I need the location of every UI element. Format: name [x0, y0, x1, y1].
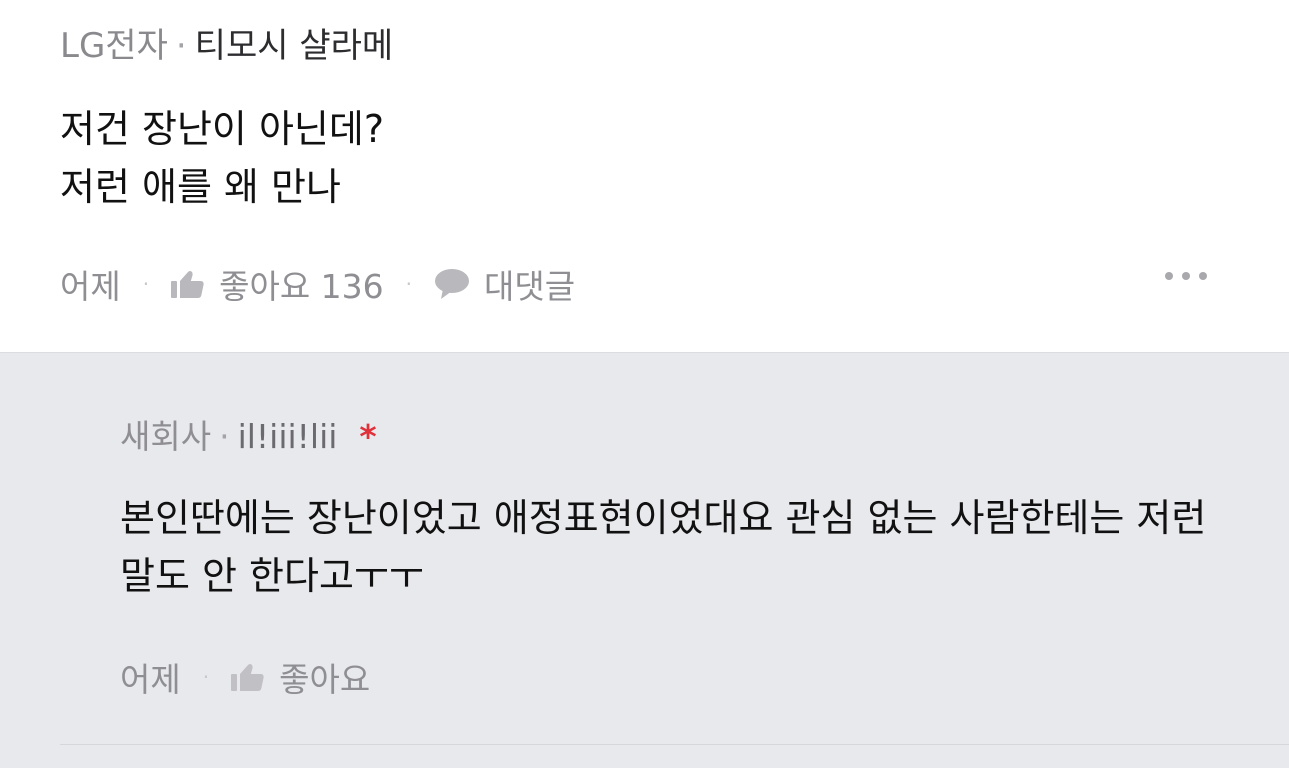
like-label: 좋아요 — [279, 660, 371, 699]
reply-label: 대댓글 — [484, 267, 576, 306]
comment-meta: LG전자 · 티모시 샬라메 — [60, 24, 393, 68]
more-horizontal-icon — [1199, 272, 1207, 280]
action-separator: · — [405, 272, 413, 296]
reply-body: 본인딴에는 장난이었고 애정표현이었대요 관심 없는 사람한테는 저런 말도 안… — [120, 496, 1207, 598]
meta-separator: · — [219, 417, 230, 456]
divider — [60, 744, 1289, 745]
thumbs-up-icon — [231, 662, 265, 692]
more-options-button[interactable] — [1165, 272, 1207, 280]
reply-actions: 어제 · 좋아요 — [120, 655, 370, 699]
like-button[interactable]: 좋아요 — [231, 653, 370, 701]
reply-time: 어제 — [120, 660, 181, 699]
speech-bubble-icon — [434, 268, 470, 300]
reply-comment: 새회사 · il!iii!lii * 본인딴에는 장난이었고 애정표현이었대요 관심 … — [0, 352, 1289, 768]
thumbs-up-icon — [171, 269, 205, 299]
author-name[interactable]: il!iii!lii — [238, 417, 338, 456]
action-separator: · — [202, 665, 210, 689]
more-horizontal-icon — [1182, 272, 1190, 280]
author-name[interactable]: 티모시 샬라메 — [195, 26, 394, 66]
comment-thread: LG전자 · 티모시 샬라메 저건 장난이 아닌데? 저런 애를 왜 만나 어제 ·… — [0, 0, 1289, 768]
reply-meta: 새회사 · il!iii!lii * — [120, 415, 377, 459]
comment-body: 저건 장난이 아닌데? 저런 애를 왜 만나 — [60, 107, 385, 209]
meta-separator: · — [175, 26, 187, 66]
company-name: 새회사 — [120, 417, 212, 456]
like-label: 좋아요 136 — [219, 267, 384, 306]
comment-actions: 어제 · 좋아요 136 · 대댓글 — [60, 262, 575, 306]
main-comment: LG전자 · 티모시 샬라메 저건 장난이 아닌데? 저런 애를 왜 만나 어제 ·… — [0, 0, 1289, 352]
action-separator: · — [142, 272, 150, 296]
comment-time: 어제 — [60, 267, 121, 306]
more-horizontal-icon — [1165, 272, 1173, 280]
like-button[interactable]: 좋아요 136 — [171, 260, 384, 308]
company-name: LG전자 — [60, 26, 168, 66]
author-badge: * — [359, 417, 377, 456]
reply-button[interactable]: 대댓글 — [434, 260, 575, 308]
